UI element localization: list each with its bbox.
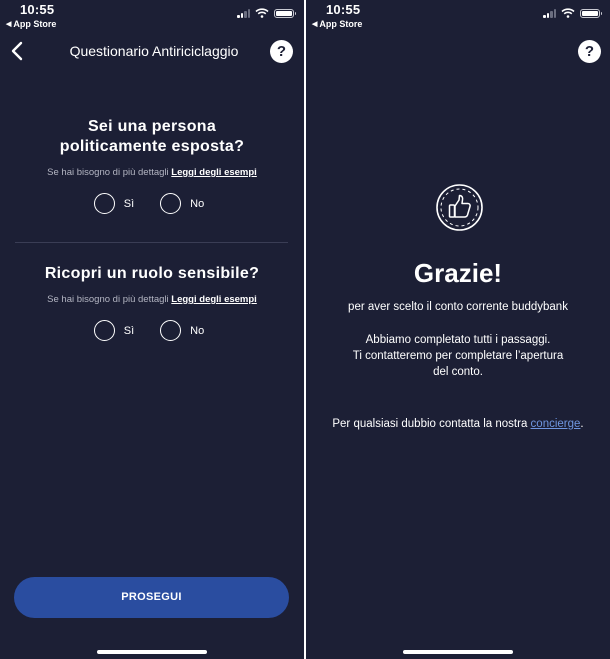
option-no[interactable]: No [160,193,204,214]
radio-button[interactable] [93,320,115,341]
thanks-subtitle: per aver scelto il conto corrente buddyb… [348,301,568,313]
thumbs-up-icon [436,184,483,231]
question-hint: Se hai bisogno di più dettagli Leggi deg… [47,294,257,305]
option-label: No [190,324,205,337]
page-title: Questionario Antiriciclaggio [69,43,239,59]
status-time: 10:55 [20,2,55,17]
radio-button[interactable] [160,320,182,341]
status-icons [543,8,602,18]
help-button[interactable]: ? [270,40,293,63]
back-triangle-icon: ◀ [312,21,318,28]
option-label: No [190,197,205,210]
cellular-signal-icon [543,8,556,18]
question-title: Ricopri un ruolo sensibile? [44,265,260,282]
status-back-label: App Store [319,19,363,29]
question-title: Sei una persona politicamente esposta? [59,118,245,155]
option-yes[interactable]: Sì [93,193,135,214]
help-button[interactable]: ? [578,40,601,63]
back-triangle-icon: ◀ [6,21,12,28]
questionnaire-screen: 10:55 ◀ App Store Questionario Antiricic… [0,0,304,659]
option-label: Sì [123,324,135,337]
wifi-icon [561,8,575,18]
examples-link[interactable]: Leggi degli esempi [171,294,257,305]
confirmation-screen: 10:55 ◀ App Store ? Grazie! per aver sce… [306,0,610,659]
radio-group: Sì No [0,193,304,214]
radio-group: Sì No [0,320,304,341]
status-back-label: App Store [13,19,57,29]
thanks-message: Abbiamo completato tutti i passaggi. Ti … [352,334,564,378]
battery-icon [274,8,296,18]
divider [15,242,288,243]
status-back-to-app[interactable]: ◀ App Store [6,19,56,29]
examples-link[interactable]: Leggi degli esempi [171,167,257,178]
status-icons [237,8,296,18]
concierge-link[interactable]: concierge [531,418,581,430]
battery-icon [580,8,602,18]
contact-line: Per qualsiasi dubbio contatta la nostra … [332,418,584,430]
option-no[interactable]: No [160,320,204,341]
wifi-icon [255,8,269,18]
status-back-to-app[interactable]: ◀ App Store [312,19,362,29]
radio-button[interactable] [93,193,115,214]
status-time: 10:55 [326,2,361,17]
radio-button[interactable] [160,193,182,214]
option-label: Sì [123,197,135,210]
option-yes[interactable]: Sì [93,320,135,341]
question-politically-exposed: Sei una persona politicamente esposta? S… [0,117,304,214]
home-indicator[interactable] [403,650,513,654]
continue-button[interactable]: PROSEGUI [14,577,289,618]
cellular-signal-icon [237,8,250,18]
question-hint: Se hai bisogno di più dettagli Leggi deg… [47,167,257,178]
question-sensitive-role: Ricopri un ruolo sensibile? Se hai bisog… [0,264,304,341]
home-indicator[interactable] [97,650,207,654]
thanks-title: Grazie! [413,258,503,288]
